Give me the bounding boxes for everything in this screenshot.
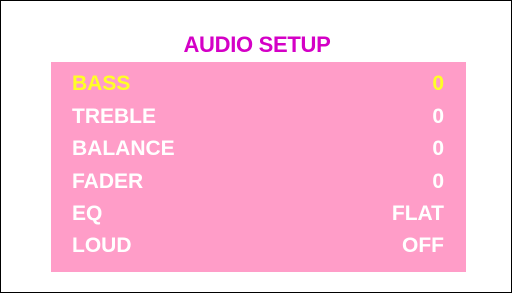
- menu-item-treble[interactable]: TREBLE 0: [72, 103, 444, 131]
- menu-item-value: 0: [432, 105, 444, 128]
- menu-item-value: OFF: [402, 234, 444, 257]
- menu-item-fader[interactable]: FADER 0: [72, 168, 444, 196]
- menu-item-balance[interactable]: BALANCE 0: [72, 135, 444, 163]
- menu-item-bass[interactable]: BASS 0: [72, 70, 444, 98]
- menu-item-label: FADER: [72, 170, 144, 193]
- menu-item-label: BASS: [72, 72, 131, 95]
- menu-title: AUDIO SETUP: [183, 32, 331, 57]
- menu-item-value: 0: [432, 170, 444, 193]
- menu-item-label: BALANCE: [72, 137, 175, 160]
- audio-setup-menu-panel: BASS 0 TREBLE 0 BALANCE 0 FADER 0 EQ FLA…: [51, 62, 466, 272]
- menu-item-value: 0: [432, 137, 444, 160]
- menu-item-loud[interactable]: LOUD OFF: [72, 232, 444, 260]
- menu-item-eq[interactable]: EQ FLAT: [72, 200, 444, 228]
- menu-item-label: TREBLE: [72, 105, 156, 128]
- menu-item-value: 0: [432, 72, 444, 95]
- screen-frame: AUDIO SETUP BASS 0 TREBLE 0 BALANCE 0 FA…: [0, 0, 512, 293]
- menu-item-label: LOUD: [72, 234, 132, 257]
- menu-item-label: EQ: [72, 202, 103, 225]
- menu-item-value: FLAT: [391, 202, 444, 225]
